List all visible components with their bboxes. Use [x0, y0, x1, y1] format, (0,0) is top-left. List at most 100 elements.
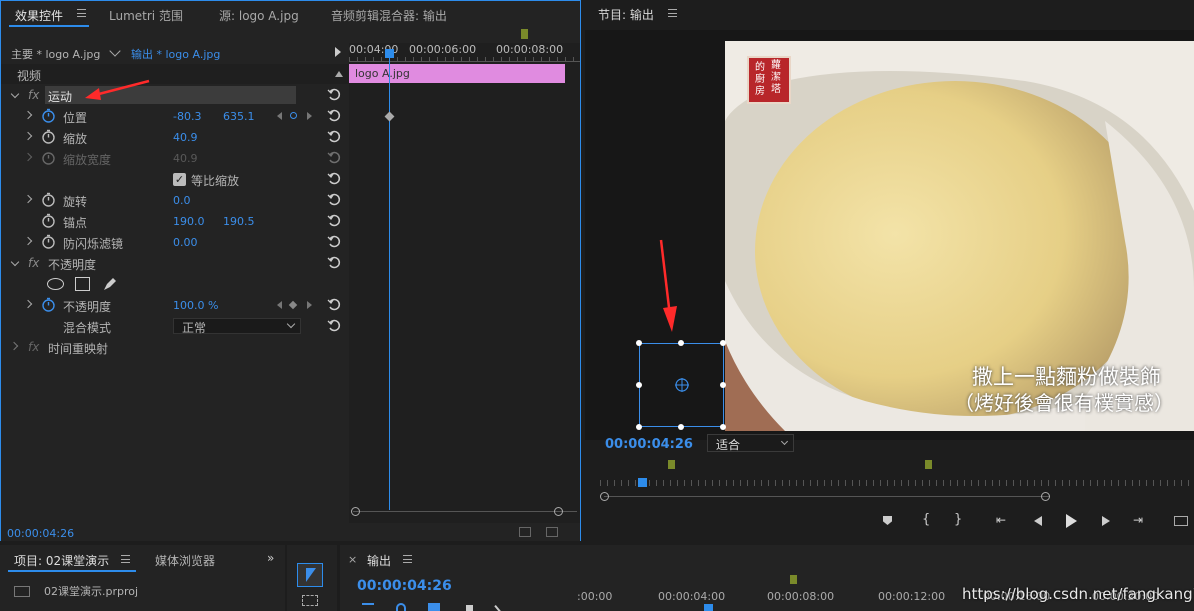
stopwatch-icon[interactable] — [41, 213, 56, 228]
program-timecode[interactable]: 00:00:04:26 — [605, 437, 693, 452]
panel-menu-icon[interactable] — [77, 9, 86, 17]
blend-mode-select[interactable]: 正常 — [173, 318, 301, 335]
ripple-icon[interactable] — [362, 603, 374, 611]
selection-tool-button[interactable] — [297, 563, 323, 587]
stopwatch-icon[interactable] — [41, 129, 56, 144]
zoom-handle-right[interactable] — [1041, 492, 1050, 501]
effect-time-remap-row[interactable]: fx 时间重映射 — [1, 337, 349, 358]
transform-handle[interactable] — [636, 340, 642, 346]
add-marker-icon[interactable] — [883, 516, 892, 525]
chevron-down-icon[interactable] — [10, 89, 20, 99]
zoom-handle-left[interactable] — [600, 492, 609, 501]
step-back-icon[interactable] — [1034, 516, 1042, 526]
transform-handle[interactable] — [720, 340, 726, 346]
chevron-right-icon[interactable] — [23, 299, 33, 309]
uniform-scale-checkbox[interactable]: ✓ — [173, 173, 186, 186]
chevron-right-icon[interactable] — [23, 110, 33, 120]
track-select-icon[interactable] — [302, 595, 318, 606]
position-y-value[interactable]: 635.1 — [223, 110, 255, 123]
anti-flicker-value[interactable]: 0.00 — [173, 236, 198, 249]
chevron-right-icon[interactable] — [9, 341, 19, 351]
more-tabs-icon[interactable]: » — [267, 551, 274, 565]
export-icon[interactable] — [546, 527, 558, 537]
chevron-down-icon[interactable] — [10, 257, 20, 267]
clip-sequence-label[interactable]: 输出 * logo A.jpg — [131, 46, 220, 62]
out-marker[interactable] — [925, 460, 932, 469]
mark-in-icon[interactable]: { — [922, 512, 930, 527]
snap-icon[interactable] — [396, 603, 406, 611]
tab-lumetri[interactable]: Lumetri 范围 — [109, 7, 183, 24]
linked-selection-icon[interactable] — [428, 603, 440, 611]
reset-icon[interactable] — [327, 297, 341, 311]
next-keyframe-icon[interactable] — [307, 112, 312, 120]
mark-out-icon[interactable]: } — [954, 512, 962, 527]
reset-icon[interactable] — [327, 87, 341, 101]
effect-motion-row[interactable]: fx 运动 — [1, 85, 349, 106]
sequence-timecode[interactable]: 00:00:04:26 — [357, 578, 452, 594]
panel-menu-icon[interactable] — [121, 555, 130, 563]
program-monitor-title[interactable]: 节目: 输出 — [598, 6, 654, 23]
transform-handle[interactable] — [720, 424, 726, 430]
transform-handle[interactable] — [636, 424, 642, 430]
reset-icon[interactable] — [327, 192, 341, 206]
ellipse-mask-icon[interactable] — [47, 278, 64, 290]
stopwatch-icon[interactable] — [41, 192, 56, 207]
step-forward-icon[interactable] — [1102, 516, 1110, 526]
play-icon[interactable] — [1066, 514, 1077, 528]
stopwatch-active-icon[interactable] — [41, 108, 56, 123]
reset-icon[interactable] — [327, 129, 341, 143]
wrench-icon[interactable] — [494, 599, 508, 611]
pen-mask-icon[interactable] — [102, 276, 118, 292]
go-to-in-icon[interactable]: ⇤ — [996, 513, 1006, 527]
reset-icon[interactable] — [327, 318, 341, 332]
collapse-up-icon[interactable] — [335, 71, 343, 77]
anchor-x-value[interactable]: 190.0 — [173, 215, 205, 228]
add-keyframe-icon[interactable] — [288, 300, 298, 310]
transform-handle[interactable] — [678, 340, 684, 346]
opacity-value[interactable]: 100.0 % — [173, 299, 218, 312]
tab-project[interactable]: 项目: 02课堂演示 — [14, 552, 109, 569]
transform-handle[interactable] — [678, 424, 684, 430]
tab-effect-controls[interactable]: 效果控件 — [15, 7, 63, 24]
clip-bar[interactable]: logo A.jpg — [349, 64, 565, 83]
anchor-y-value[interactable]: 190.5 — [223, 215, 255, 228]
playhead-handle[interactable] — [704, 604, 713, 611]
go-to-out-icon[interactable]: ⇥ — [1133, 513, 1143, 527]
program-time-ruler[interactable] — [600, 458, 1194, 501]
play-arrow-icon[interactable] — [335, 47, 341, 57]
export-frame-icon[interactable] — [1174, 516, 1188, 526]
chevron-right-icon[interactable] — [23, 131, 33, 141]
chevron-down-icon[interactable] — [109, 45, 121, 57]
anchor-point-icon[interactable] — [674, 377, 690, 393]
tab-sequence[interactable]: 输出 — [367, 552, 391, 569]
close-icon[interactable]: × — [348, 553, 357, 566]
stopwatch-icon[interactable] — [41, 234, 56, 249]
in-marker[interactable] — [668, 460, 675, 469]
fit-select[interactable]: 适合 — [707, 434, 794, 452]
add-marker-icon[interactable] — [466, 605, 473, 611]
next-keyframe-icon[interactable] — [307, 301, 312, 309]
reset-icon[interactable] — [327, 171, 341, 185]
logo-transform-box[interactable] — [636, 340, 726, 430]
ec-timecode[interactable]: 00:00:04:26 — [7, 527, 74, 540]
tab-audio-mixer[interactable]: 音频剪辑混合器: 输出 — [331, 7, 447, 24]
keyframe-diamond[interactable] — [384, 111, 395, 122]
effect-opacity-row[interactable]: fx 不透明度 — [1, 253, 349, 274]
work-area-marker[interactable] — [521, 29, 528, 39]
position-x-value[interactable]: -80.3 — [173, 110, 201, 123]
reset-icon[interactable] — [327, 234, 341, 248]
rectangle-mask-icon[interactable] — [75, 277, 90, 291]
zoom-handle-left[interactable] — [351, 507, 360, 516]
chevron-right-icon[interactable] — [23, 236, 33, 246]
prev-keyframe-icon[interactable] — [277, 301, 282, 309]
reset-icon[interactable] — [327, 255, 341, 269]
scale-value[interactable]: 40.9 — [173, 131, 198, 144]
transform-handle[interactable] — [720, 382, 726, 388]
rotation-value[interactable]: 0.0 — [173, 194, 191, 207]
audio-solo-icon[interactable] — [519, 527, 531, 537]
clip-source-label[interactable]: 主要 * logo A.jpg — [11, 46, 100, 62]
reset-icon[interactable] — [327, 213, 341, 227]
stopwatch-active-icon[interactable] — [41, 297, 56, 312]
tab-media-browser[interactable]: 媒体浏览器 — [155, 552, 215, 569]
in-marker[interactable] — [790, 575, 797, 584]
